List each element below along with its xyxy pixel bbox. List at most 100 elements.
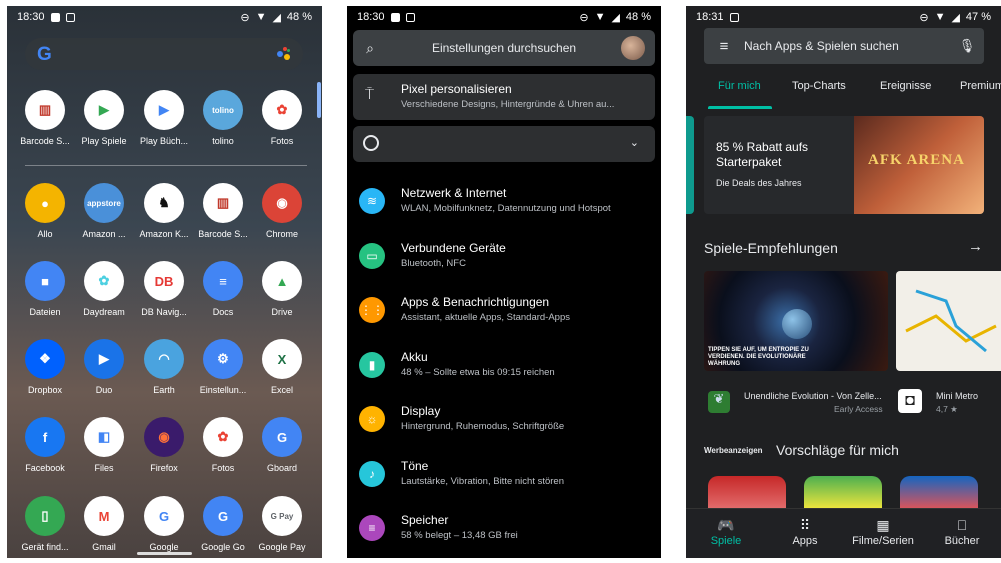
settings-row[interactable]: ☼ Display Hintergrund, Ruhemodus, Schriftg… [347, 398, 661, 452]
app-icon-27[interactable]: G Google [134, 496, 194, 552]
pixel-personalize-card[interactable]: ⍑ Pixel personalisieren Verschiedene Des… [353, 74, 655, 120]
metro-map-image [905, 289, 997, 353]
pixel-card-subtitle: Verschiedene Designs, Hintergründe & Uhr… [401, 99, 615, 110]
app-icon-25[interactable]: ▯ Gerät find... [15, 496, 75, 552]
avatar[interactable] [621, 36, 645, 60]
app-icon-28[interactable]: G Google Go [193, 496, 253, 552]
settings-row[interactable]: ▮ Akku 48 % – Sollte etwa bis 09:15 reiche… [347, 344, 661, 398]
play-search-bar[interactable]: ≡ Nach Apps & Spielen suchen 🎙 [704, 28, 984, 64]
settings-row-subtitle: 58 % belegt – 13,48 GB frei [401, 530, 518, 541]
arrow-right-icon[interactable]: → [968, 238, 983, 255]
app-icon-9[interactable]: ◉ Chrome [252, 183, 312, 239]
app-icon-2[interactable]: ▶ Play Büch... [134, 90, 194, 146]
app-launcher-icon: ▯ [25, 496, 65, 536]
gesture-bar[interactable] [137, 552, 192, 555]
game-name: Unendliche Evolution - Von Zelle... [744, 391, 882, 401]
app-launcher-icon: ▶ [144, 90, 184, 130]
app-icon-0[interactable]: ▥ Barcode S... [15, 90, 75, 146]
suggested-app-2[interactable] [804, 476, 882, 512]
tab-premium[interactable]: Premium [960, 80, 1001, 92]
settings-row[interactable]: ▭ Verbundene Geräte Bluetooth, NFC [347, 235, 661, 289]
dnd-suggestion-card[interactable]: ⌄ [353, 126, 655, 162]
chevron-down-icon[interactable]: ⌄ [630, 136, 639, 149]
lock-icon [405, 12, 415, 22]
nav-apps[interactable]: ⠿ Apps [770, 517, 840, 547]
suggested-app-1[interactable] [708, 476, 786, 512]
app-launcher-icon: ▥ [25, 90, 65, 130]
search-placeholder: Nach Apps & Spielen suchen [744, 39, 899, 53]
app-icon-5[interactable]: ● Allo [15, 183, 75, 239]
app-icon-14[interactable]: ▲ Drive [252, 261, 312, 317]
evolution-app-icon[interactable]: ❦ [708, 391, 730, 413]
tab-ereignisse[interactable]: Ereignisse [880, 80, 931, 92]
tab-top-charts[interactable]: Top-Charts [792, 80, 846, 92]
game-meta: Early Access [834, 404, 883, 414]
app-icon-11[interactable]: ✿ Daydream [74, 261, 134, 317]
app-icon-22[interactable]: ◉ Firefox [134, 417, 194, 473]
app-launcher-icon: ● [25, 183, 65, 223]
promo-banner[interactable]: 85 % Rabatt aufs Starterpaket Die Deals … [704, 116, 984, 214]
settings-row-subtitle: 48 % – Sollte etwa bis 09:15 reichen [401, 366, 555, 378]
settings-row[interactable]: ⋮⋮ Apps & Benachrichtigungen Assistant, ak… [347, 289, 661, 343]
app-icon-26[interactable]: M Gmail [74, 496, 134, 552]
phone-app-drawer: 18:30 ⊖ ▼ ◢ 48 % G ▥ Barcode S... ▶ Play Spiel… [7, 6, 322, 558]
app-icon-18[interactable]: ⚙ Einstellun... [193, 339, 253, 395]
app-label: Gmail [92, 542, 116, 552]
app-icon-20[interactable]: f Facebook [15, 417, 75, 473]
app-icon-21[interactable]: ◧ Files [74, 417, 134, 473]
sound-icon: ♪ [359, 460, 385, 487]
section-title: Vorschläge für mich [776, 442, 899, 458]
google-search-bar[interactable]: G [25, 38, 303, 70]
tab-fuer-mich[interactable]: Für mich [718, 80, 761, 92]
app-icon-19[interactable]: X Excel [252, 339, 312, 395]
status-time: 18:31 [696, 11, 724, 23]
promo-prev-card[interactable] [686, 116, 694, 214]
app-icon-10[interactable]: ■ Dateien [15, 261, 75, 317]
game-card-mini-metro[interactable] [896, 271, 1001, 371]
app-icon-12[interactable]: DB DB Navig... [134, 261, 194, 317]
app-icon-6[interactable]: appstore Amazon ... [74, 183, 134, 239]
app-icon-15[interactable]: ❖ Dropbox [15, 339, 75, 395]
notification-icon [50, 12, 60, 22]
app-icon-4[interactable]: ✿ Fotos [252, 90, 312, 146]
app-launcher-icon: ◉ [262, 183, 302, 223]
app-icon-29[interactable]: G Pay Google Pay [252, 496, 312, 552]
app-launcher-icon: ⚙ [203, 339, 243, 379]
suggested-app-3[interactable] [900, 476, 978, 512]
assistant-icon[interactable] [277, 47, 291, 61]
promo-title: 85 % Rabatt aufs Starterpaket [716, 140, 809, 169]
app-icon-23[interactable]: ✿ Fotos [193, 417, 253, 473]
app-icon-7[interactable]: ♞ Amazon K... [134, 183, 194, 239]
settings-row[interactable]: ♪ Töne Lautstärke, Vibration, Bitte nicht … [347, 453, 661, 507]
app-label: Google [149, 542, 179, 552]
menu-icon[interactable]: ≡ [704, 38, 744, 55]
game-card-evolution[interactable]: TIPPEN SIE AUF, UM ENTROPIE ZU VERDIENEN… [704, 271, 888, 371]
app-icon-1[interactable]: ▶ Play Spiele [74, 90, 134, 146]
nav-filme-serien[interactable]: ▦ Filme/Serien [848, 517, 918, 547]
settings-row[interactable]: ≡ Speicher 58 % belegt – 13,48 GB frei [347, 507, 661, 558]
mini-metro-app-icon[interactable]: ◘ [898, 389, 922, 413]
settings-row[interactable]: ≋ Netzwerk & Internet WLAN, Mobilfunknetz,… [347, 180, 661, 234]
app-label: Gboard [266, 463, 298, 473]
app-launcher-icon: ◠ [144, 339, 184, 379]
status-time: 18:30 [17, 11, 45, 23]
promo-subtitle: Die Deals des Jahres [716, 178, 802, 188]
app-icon-16[interactable]: ▶ Duo [74, 339, 134, 395]
signal-icon: ◢ [272, 11, 281, 24]
app-icon-13[interactable]: ≡ Docs [193, 261, 253, 317]
dnd-icon: ⊖ [579, 11, 589, 24]
storage-icon: ≡ [359, 515, 385, 541]
mic-icon[interactable]: 🎙 [950, 38, 984, 54]
app-launcher-icon: G [203, 496, 243, 536]
app-icon-3[interactable]: tolino tolino [193, 90, 253, 146]
nav-buecher[interactable]: ⎕ Bücher [927, 517, 997, 547]
settings-search[interactable]: ⌕ Einstellungen durchsuchen [353, 30, 655, 66]
app-label: Google Pay [258, 542, 306, 552]
nav-spiele[interactable]: 🎮 Spiele [691, 517, 761, 547]
app-icon-17[interactable]: ◠ Earth [134, 339, 194, 395]
scrollbar[interactable] [317, 82, 321, 118]
battery-icon: ▮ [359, 351, 385, 378]
app-icon-24[interactable]: G Gboard [252, 417, 312, 473]
app-icon-8[interactable]: ▥ Barcode S... [193, 183, 253, 239]
app-label: Play Büch... [139, 136, 189, 146]
